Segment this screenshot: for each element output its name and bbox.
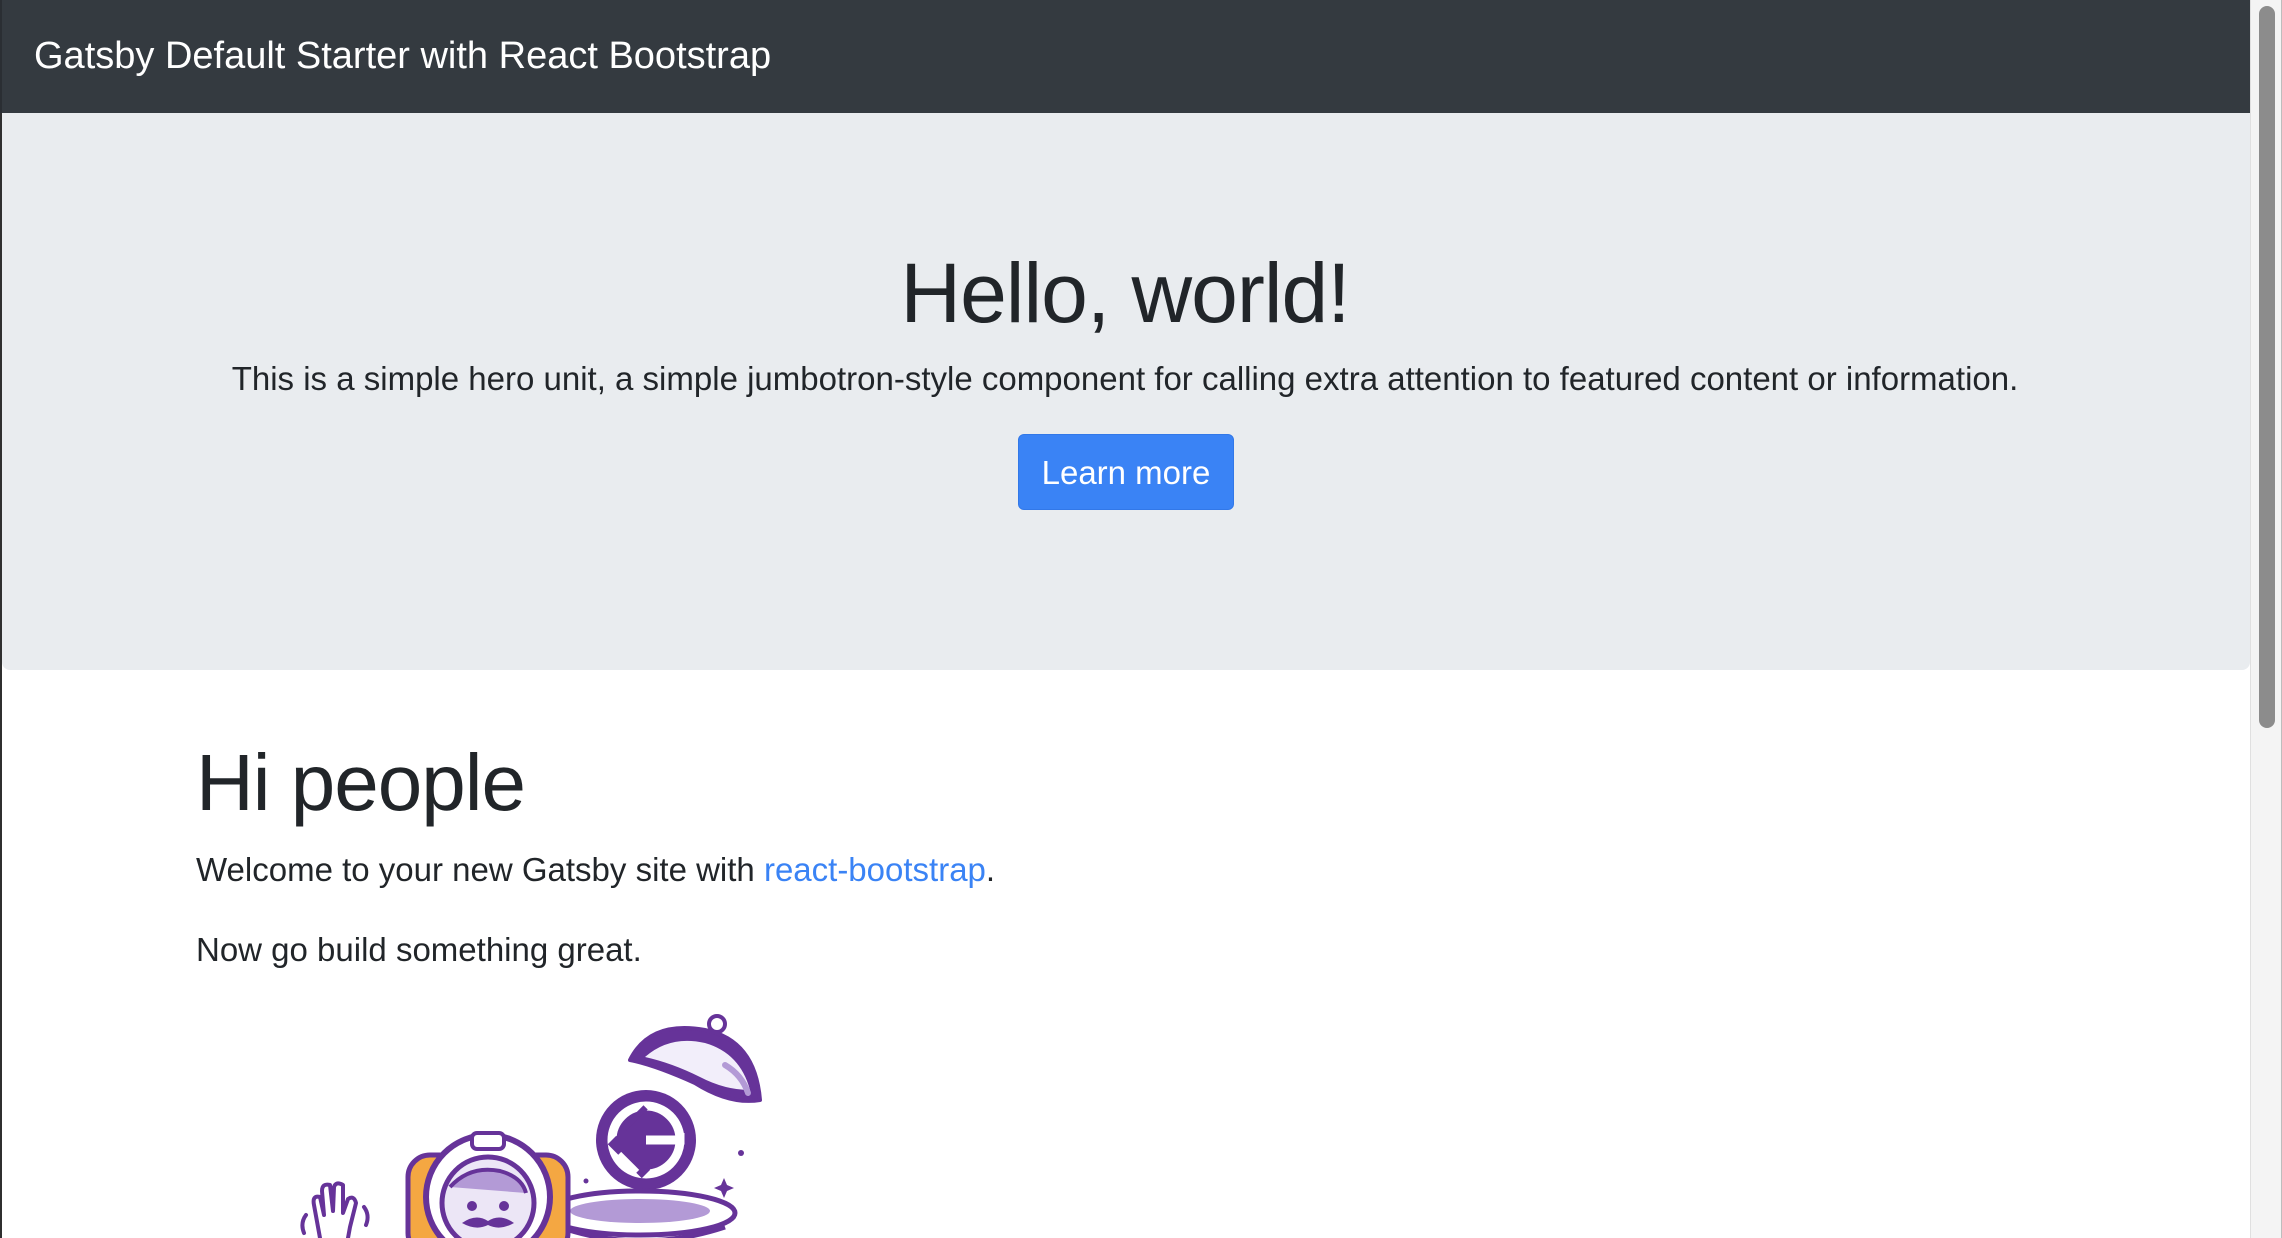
top-navbar: Gatsby Default Starter with React Bootst… <box>0 0 2250 113</box>
welcome-suffix: . <box>985 851 996 888</box>
browser-viewport: Gatsby Default Starter with React Bootst… <box>0 0 2282 1238</box>
welcome-paragraph: Welcome to your new Gatsby site with rea… <box>196 848 995 892</box>
react-bootstrap-link[interactable]: react-bootstrap <box>764 851 986 888</box>
hero-lead-text: This is a simple hero unit, a simple jum… <box>231 360 2019 397</box>
page-heading: Hi people <box>196 738 526 827</box>
gatsby-astronaut-icon <box>300 1014 762 1238</box>
learn-more-button[interactable]: Learn more <box>1018 434 1234 510</box>
waving-hand-icon <box>300 1181 370 1238</box>
astronaut-helmet-icon <box>423 1131 553 1238</box>
hero-title: Hello, world! <box>900 246 1350 340</box>
navbar-brand-link[interactable]: Gatsby Default Starter with React Bootst… <box>34 30 771 82</box>
tagline-paragraph: Now go build something great. <box>196 931 642 968</box>
vertical-scrollbar-thumb[interactable] <box>2259 6 2275 728</box>
serving-plate-icon <box>542 1188 738 1238</box>
welcome-prefix: Welcome to your new Gatsby site with <box>196 851 764 888</box>
cloche-lid-icon <box>628 1014 762 1103</box>
gatsby-logo-icon <box>596 1090 696 1190</box>
